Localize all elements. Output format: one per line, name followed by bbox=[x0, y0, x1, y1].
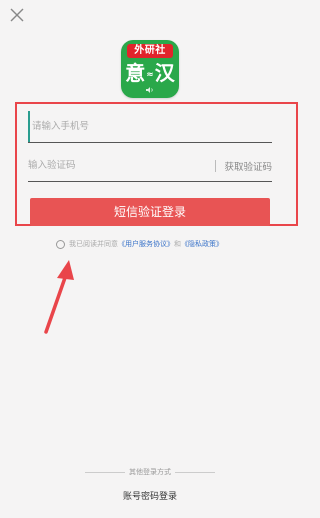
user-agreement-link[interactable]: 《用户服务协议》 bbox=[118, 239, 174, 249]
password-login-link[interactable]: 账号密码登录 bbox=[0, 489, 300, 502]
agreement-and: 和 bbox=[174, 240, 181, 248]
phone-input[interactable] bbox=[28, 111, 272, 142]
logo-banner: 外研社 bbox=[127, 44, 173, 58]
agreement-row: 我已阅读并同意 《用户服务协议》 和 《隐私政策》 bbox=[56, 238, 223, 250]
logo-characters: 意≈汉 bbox=[121, 60, 179, 88]
close-icon bbox=[10, 8, 24, 22]
other-login-label: 其他登录方式 bbox=[129, 468, 171, 476]
agreement-checkbox[interactable] bbox=[56, 239, 65, 249]
privacy-policy-link[interactable]: 《隐私政策》 bbox=[181, 239, 223, 249]
get-code-button[interactable]: 获取验证码 bbox=[224, 159, 272, 173]
app-logo: 外研社 意≈汉 bbox=[121, 40, 179, 98]
logo-separator: ≈ bbox=[146, 69, 154, 80]
code-field-row: 获取验证码 bbox=[28, 150, 272, 182]
logo-char-right: 汉 bbox=[154, 61, 175, 85]
code-divider bbox=[215, 159, 217, 172]
divider-line-right bbox=[175, 471, 215, 473]
phone-field-row bbox=[28, 111, 272, 143]
logo-char-left: 意 bbox=[125, 61, 146, 85]
verification-code-input[interactable] bbox=[28, 150, 216, 181]
divider-line-left bbox=[85, 471, 125, 473]
speaker-icon bbox=[121, 86, 179, 97]
agreement-prefix: 我已阅读并同意 bbox=[69, 240, 118, 248]
arrow-annotation bbox=[44, 260, 74, 334]
sms-login-button[interactable]: 短信验证登录 bbox=[30, 198, 270, 226]
other-login-divider: 其他登录方式 bbox=[85, 467, 215, 477]
close-button[interactable] bbox=[8, 6, 26, 24]
